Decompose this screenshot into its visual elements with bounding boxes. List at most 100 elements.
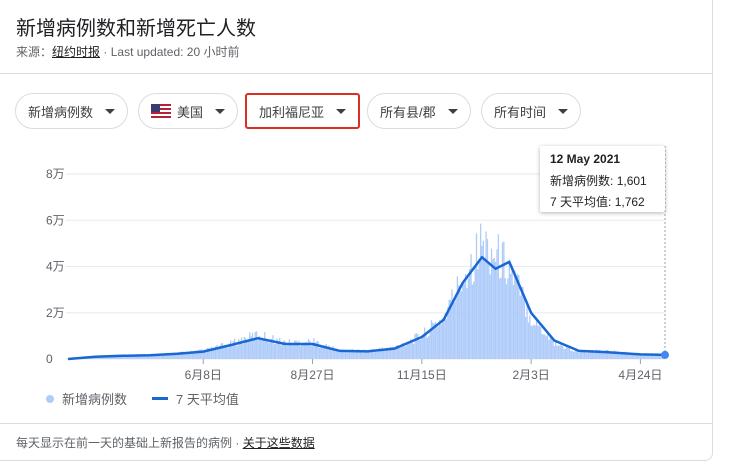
metric-dropdown[interactable]: 新增病例数: [15, 93, 129, 129]
daily-cases-bar: [455, 296, 457, 359]
daily-cases-bar: [567, 347, 569, 359]
daily-cases-bar: [287, 343, 289, 359]
last-updated: Last updated: 20 小时前: [110, 45, 240, 59]
daily-cases-bar: [302, 345, 304, 359]
country-dropdown[interactable]: 美国: [138, 93, 239, 129]
daily-cases-bar: [622, 354, 624, 359]
state-dropdown[interactable]: 加利福尼亚: [245, 93, 361, 129]
daily-cases-bar: [486, 239, 489, 359]
daily-cases-bar: [657, 355, 659, 359]
daily-cases-bar: [254, 332, 256, 359]
daily-cases-bar: [564, 348, 566, 359]
daily-cases-bar: [504, 278, 506, 359]
daily-cases-bar: [582, 352, 584, 359]
daily-cases-bar: [272, 335, 274, 359]
daily-cases-bar: [221, 343, 224, 359]
daily-cases-bar: [253, 340, 255, 359]
y-tick-label: 0: [46, 352, 53, 366]
daily-cases-bar: [421, 337, 423, 359]
daily-cases-bar: [537, 325, 539, 359]
daily-cases-bar: [235, 345, 237, 359]
daily-cases-bar: [523, 296, 525, 359]
daily-cases-bar: [560, 343, 562, 359]
daily-cases-bar: [499, 278, 501, 359]
daily-cases-bar: [440, 323, 442, 359]
daily-cases-bar: [477, 269, 479, 359]
daily-cases-bar: [217, 348, 219, 359]
daily-cases-bar: [454, 302, 456, 359]
daily-cases-bar: [549, 337, 551, 359]
daily-cases-bar: [212, 349, 214, 359]
footer-note: 每天显示在前一天的基础上新报告的病例: [16, 436, 233, 450]
daily-cases-bar: [306, 343, 308, 359]
chevron-down-icon: [558, 108, 569, 114]
daily-cases-bar: [556, 346, 558, 359]
daily-cases-bar: [175, 354, 177, 359]
daily-cases-bar: [321, 347, 323, 359]
daily-cases-bar: [257, 338, 259, 359]
daily-cases-bar: [376, 351, 378, 359]
daily-cases-bar: [542, 334, 545, 359]
daily-cases-bar: [451, 289, 453, 359]
legend-bars: 新增病例数: [46, 389, 127, 408]
daily-cases-bar: [503, 241, 505, 359]
tooltip-avg-row: 7 天平均值: 1,762: [550, 195, 645, 209]
daily-cases-bar: [473, 281, 475, 359]
source-link[interactable]: 纽约时报: [52, 45, 100, 59]
daily-cases-bar: [631, 354, 633, 359]
daily-cases-bar: [501, 242, 504, 359]
x-tick-label: 6月8日: [185, 368, 222, 382]
daily-cases-bar: [346, 352, 348, 359]
daily-cases-bar: [535, 317, 538, 359]
daily-cases-bar: [273, 344, 275, 359]
daily-cases-bar: [436, 324, 438, 359]
us-flag-icon: [151, 104, 171, 118]
y-tick-label: 8万: [46, 167, 65, 181]
daily-cases-bar: [574, 351, 576, 359]
daily-cases-bar: [464, 273, 467, 359]
about-data-link[interactable]: 关于这些数据: [243, 436, 315, 450]
tooltip-date: 12 May 2021: [550, 152, 621, 166]
daily-cases-bar: [578, 352, 580, 359]
daily-cases-bar: [413, 343, 415, 359]
daily-cases-bar: [404, 346, 407, 359]
daily-cases-bar: [459, 289, 461, 359]
daily-cases-bar: [403, 345, 405, 359]
daily-cases-bar: [559, 345, 561, 359]
daily-cases-bar: [430, 320, 433, 359]
daily-cases-bar: [249, 332, 251, 359]
time-dropdown[interactable]: 所有时间: [481, 93, 582, 129]
daily-cases-bar: [320, 347, 322, 359]
legend-line-label: 7 天平均值: [176, 392, 239, 407]
county-dropdown[interactable]: 所有县/郡: [367, 93, 471, 129]
daily-cases-bar: [519, 295, 521, 359]
daily-cases-bar: [347, 351, 349, 359]
daily-cases-bar: [288, 339, 291, 359]
daily-cases-bar: [303, 344, 306, 359]
daily-cases-bar: [463, 283, 465, 359]
daily-cases-bar: [658, 355, 661, 359]
x-tick-label: 8月27日: [291, 368, 335, 382]
tooltip-avg-label: 7 天平均值: [550, 195, 609, 209]
legend-line: 7 天平均值: [152, 389, 239, 408]
tooltip-cases-label: 新增病例数: [550, 174, 611, 188]
daily-cases-bar: [466, 288, 468, 359]
daily-cases-bar: [400, 345, 403, 359]
daily-cases-bar: [593, 352, 595, 359]
daily-cases-bar: [268, 342, 270, 359]
daily-cases-bar: [526, 303, 528, 359]
daily-cases-bar: [443, 317, 445, 359]
daily-cases-bar: [240, 337, 243, 359]
daily-cases-bar: [205, 352, 207, 359]
daily-cases-bar: [563, 348, 565, 359]
daily-cases-bar: [525, 316, 527, 359]
daily-cases-bar: [474, 266, 476, 359]
daily-cases-bar: [553, 345, 556, 359]
daily-cases-bar: [508, 259, 510, 359]
daily-cases-bar: [511, 265, 513, 359]
daily-cases-bar: [500, 277, 502, 359]
daily-cases-bar: [492, 259, 494, 359]
daily-cases-bar: [458, 285, 460, 359]
source-label: 来源：: [16, 45, 53, 59]
daily-cases-bar: [570, 350, 572, 359]
